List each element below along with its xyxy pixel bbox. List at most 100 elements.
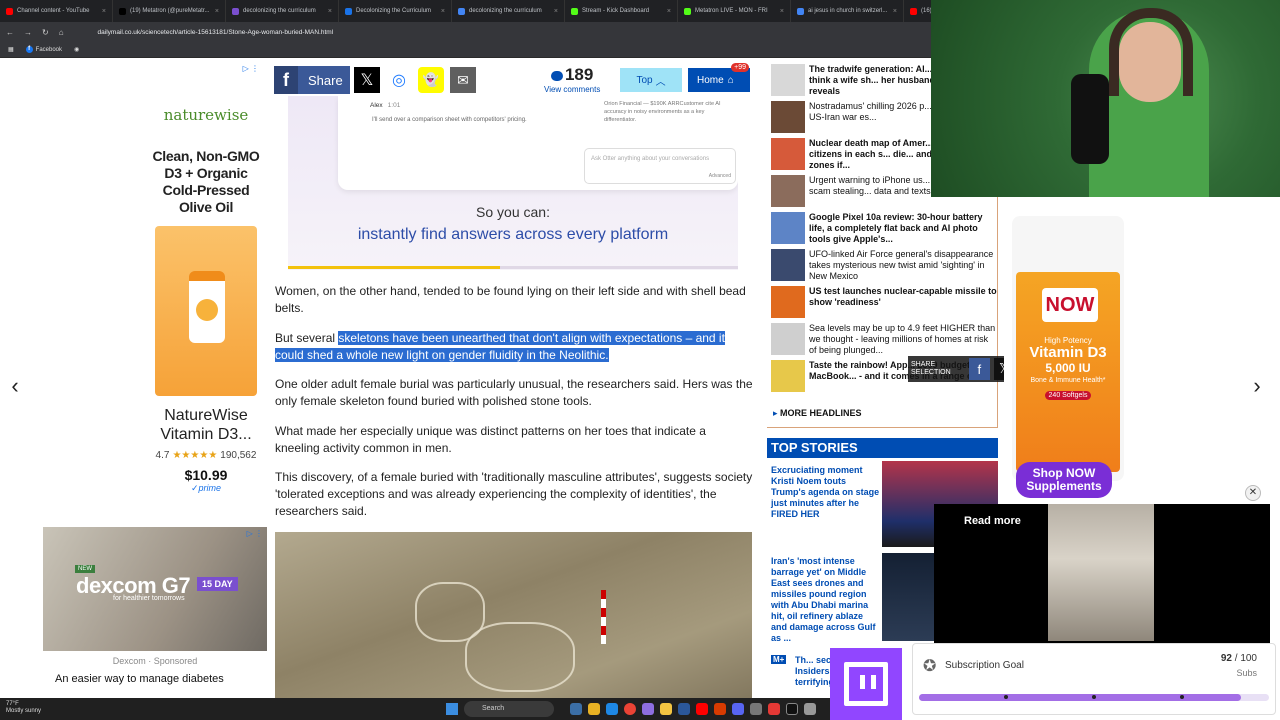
tab-close-icon[interactable]: × bbox=[554, 8, 558, 15]
headline-text[interactable]: UFO-linked Air Force general's disappear… bbox=[809, 249, 997, 283]
comments-link[interactable]: 189 View comments bbox=[544, 65, 600, 94]
now-vitamin-ad[interactable]: NOW High Potency Vitamin D3 5,000 IU Bon… bbox=[1004, 196, 1125, 506]
obs-icon[interactable] bbox=[786, 703, 798, 715]
dexcom-ad[interactable]: ▷ ⋮ NEW dexcom G7 15 DAY for healthier t… bbox=[43, 527, 267, 720]
task-view-icon[interactable] bbox=[570, 703, 582, 715]
youtube-icon[interactable] bbox=[696, 703, 708, 715]
ad-product-name[interactable]: NatureWise Vitamin D3... bbox=[147, 406, 265, 444]
browser-tab[interactable]: Metatron LIVE - MON - FRI × bbox=[678, 0, 791, 22]
ask-placeholder: Ask Otter anything about your conversati… bbox=[591, 156, 710, 162]
tab-close-icon[interactable]: × bbox=[780, 8, 784, 15]
next-article-arrow-icon[interactable]: › bbox=[1242, 368, 1272, 404]
edge-icon[interactable] bbox=[606, 703, 618, 715]
burial-photo[interactable] bbox=[275, 532, 752, 720]
browser-tab[interactable]: Stream - Kick Dashboard × bbox=[565, 0, 678, 22]
headline-thumbnail[interactable] bbox=[771, 212, 805, 244]
headline-thumbnail[interactable] bbox=[771, 323, 805, 355]
home-button[interactable]: Home ⌂ +99 bbox=[688, 63, 750, 92]
tab-close-icon[interactable]: × bbox=[102, 8, 106, 15]
paragraph-text: But several bbox=[275, 331, 339, 345]
weather-widget[interactable]: 77°F Mostly sunny bbox=[6, 701, 41, 715]
tab-title: ai jesus in church in switzerl... bbox=[808, 8, 888, 14]
snapchat-share-icon[interactable]: 👻 bbox=[418, 67, 444, 93]
forward-icon[interactable]: → bbox=[24, 28, 32, 37]
messenger-share-icon[interactable]: ◎ bbox=[386, 67, 412, 93]
video-progress-bar[interactable] bbox=[288, 266, 738, 269]
headline-thumbnail[interactable] bbox=[771, 286, 805, 318]
headline-text[interactable]: Sea levels may be up to 4.9 feet HIGHER … bbox=[809, 323, 997, 357]
notepad-icon[interactable] bbox=[750, 703, 762, 715]
facebook-share-button[interactable]: f Share bbox=[274, 66, 350, 94]
file-explorer-icon[interactable] bbox=[660, 703, 672, 715]
top-story-image[interactable] bbox=[882, 553, 942, 641]
tab-title: (19) Metatron (@pureMetatr... bbox=[130, 8, 210, 14]
email-share-icon[interactable]: ✉ bbox=[450, 67, 476, 93]
headline-text[interactable]: Google Pixel 10a review: 30-hour battery… bbox=[809, 212, 997, 246]
ad-copy[interactable]: An easier way to manage diabetes bbox=[55, 673, 267, 685]
browser-tab[interactable]: decolonizing the curriculum × bbox=[452, 0, 565, 22]
top-story-link[interactable]: Iran's 'most intense barrage yet' on Mid… bbox=[771, 556, 881, 644]
settings-icon[interactable] bbox=[804, 703, 816, 715]
powerpoint-icon[interactable] bbox=[714, 703, 726, 715]
tab-close-icon[interactable]: × bbox=[893, 8, 897, 15]
url-field[interactable]: dailymail.co.uk/sciencetech/article-1561… bbox=[98, 29, 334, 36]
close-icon[interactable]: ✕ bbox=[1245, 485, 1261, 501]
facebook-icon[interactable]: f bbox=[968, 358, 990, 380]
widgets-icon[interactable] bbox=[588, 703, 600, 715]
headline-thumbnail[interactable] bbox=[771, 64, 805, 96]
browser-tab[interactable]: Channel content - YouTube × bbox=[0, 0, 113, 22]
chrome-icon[interactable] bbox=[624, 703, 636, 715]
recorder-icon[interactable] bbox=[768, 703, 780, 715]
more-headlines-link[interactable]: MORE HEADLINES bbox=[773, 408, 862, 419]
headline-thumbnail[interactable] bbox=[771, 249, 805, 281]
sidebar-headline[interactable]: US test launches nuclear-capable missile… bbox=[771, 286, 997, 322]
x-share-icon[interactable]: 𝕏 bbox=[354, 67, 380, 93]
headline-thumbnail[interactable] bbox=[771, 175, 805, 207]
tab-favicon-icon bbox=[797, 7, 804, 15]
sidebar-headline[interactable]: Google Pixel 10a review: 30-hour battery… bbox=[771, 212, 997, 248]
headline-thumbnail[interactable] bbox=[771, 138, 805, 170]
globe-icon[interactable]: ◉ bbox=[74, 46, 79, 53]
headline-thumbnail[interactable] bbox=[771, 360, 805, 392]
word-icon[interactable] bbox=[678, 703, 690, 715]
apps-icon[interactable]: ▦ bbox=[8, 46, 14, 53]
back-icon[interactable]: ← bbox=[6, 28, 14, 37]
top-story-link[interactable]: Excruciating moment Kristi Noem touts Tr… bbox=[771, 465, 881, 520]
discord-icon[interactable] bbox=[732, 703, 744, 715]
video-caption-line2: instantly find answers across every plat… bbox=[357, 226, 669, 243]
tab-close-icon[interactable]: × bbox=[215, 8, 219, 15]
browser-tab[interactable]: (19) Metatron (@pureMetatr... × bbox=[113, 0, 226, 22]
browser-tab[interactable]: ai jesus in church in switzerl... × bbox=[791, 0, 904, 22]
naturewise-ad[interactable]: ▷ ⋮ naturewise Clean, Non-GMO D3 + Organ… bbox=[147, 64, 265, 504]
tab-title: Channel content - YouTube bbox=[17, 8, 90, 14]
read-more-video-popup[interactable]: Read more bbox=[934, 504, 1270, 644]
browser-tab[interactable]: decolonizing the curriculum × bbox=[226, 0, 339, 22]
shop-now-button[interactable]: Shop NOW Supplements bbox=[1016, 462, 1112, 498]
prev-article-arrow-icon[interactable]: ‹ bbox=[0, 368, 30, 404]
side-note: Orion Financial — $190K ARRCustomer cite… bbox=[604, 101, 721, 123]
headline-text[interactable]: US test launches nuclear-capable missile… bbox=[809, 286, 997, 320]
bookmark-facebook[interactable]: f Facebook bbox=[25, 46, 62, 53]
microphone bbox=[1071, 74, 1109, 164]
tab-close-icon[interactable]: × bbox=[667, 8, 671, 15]
message-sender: Alex 1:01 bbox=[370, 102, 400, 109]
top-button[interactable]: Top ︿ bbox=[620, 68, 682, 92]
selected-text[interactable]: skeletons have been unearthed that don't… bbox=[275, 331, 725, 362]
taskbar-search[interactable]: Search bbox=[464, 701, 554, 717]
ad-choices-icon[interactable]: ▷ ⋮ bbox=[243, 64, 259, 73]
ad-choices-icon[interactable]: ▷ ⋮ bbox=[247, 529, 263, 538]
sidebar-headline[interactable]: UFO-linked Air Force general's disappear… bbox=[771, 249, 997, 285]
tab-close-icon[interactable]: × bbox=[328, 8, 332, 15]
windows-start-icon[interactable] bbox=[446, 703, 458, 715]
sidebar-headline[interactable]: Sea levels may be up to 4.9 feet HIGHER … bbox=[771, 323, 997, 359]
headline-thumbnail[interactable] bbox=[771, 101, 805, 133]
benefit-text: Bone & Immune Health* bbox=[1030, 377, 1106, 384]
reload-icon[interactable]: ↻ bbox=[42, 28, 49, 37]
browser-tab[interactable]: Decolonizing the Curriculum × bbox=[339, 0, 452, 22]
app-icon[interactable] bbox=[642, 703, 654, 715]
home-label: Home bbox=[697, 74, 724, 86]
home-icon[interactable]: ⌂ bbox=[59, 28, 64, 37]
tab-close-icon[interactable]: × bbox=[441, 8, 445, 15]
read-more-label[interactable]: Read more bbox=[964, 515, 1021, 527]
article-video[interactable]: Alex 1:01 I'll send over a comparison she… bbox=[288, 96, 738, 270]
